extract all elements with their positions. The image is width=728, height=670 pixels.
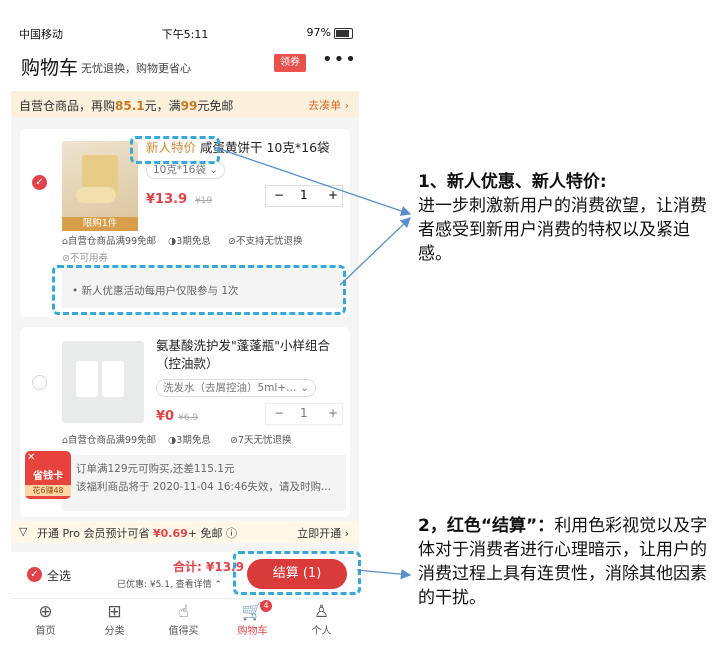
annotation-2-title: 2，红色“结算”： xyxy=(418,516,555,536)
annotation-1-title: 1、新人优惠、新人特价: xyxy=(418,172,607,192)
annotation-1: 1、新人优惠、新人特价: 进一步刺激新用户的消费欲望，让消费者感受到新用户消费的… xyxy=(418,170,718,266)
annotation-2: 2，红色“结算”：利用色彩视觉以及字体对于消费者进行心理暗示，让用户的消费过程上… xyxy=(418,514,718,610)
annotation-1-body: 进一步刺激新用户的消费欲望，让消费者感受到新用户消费的特权以及紧迫感。 xyxy=(418,196,707,264)
